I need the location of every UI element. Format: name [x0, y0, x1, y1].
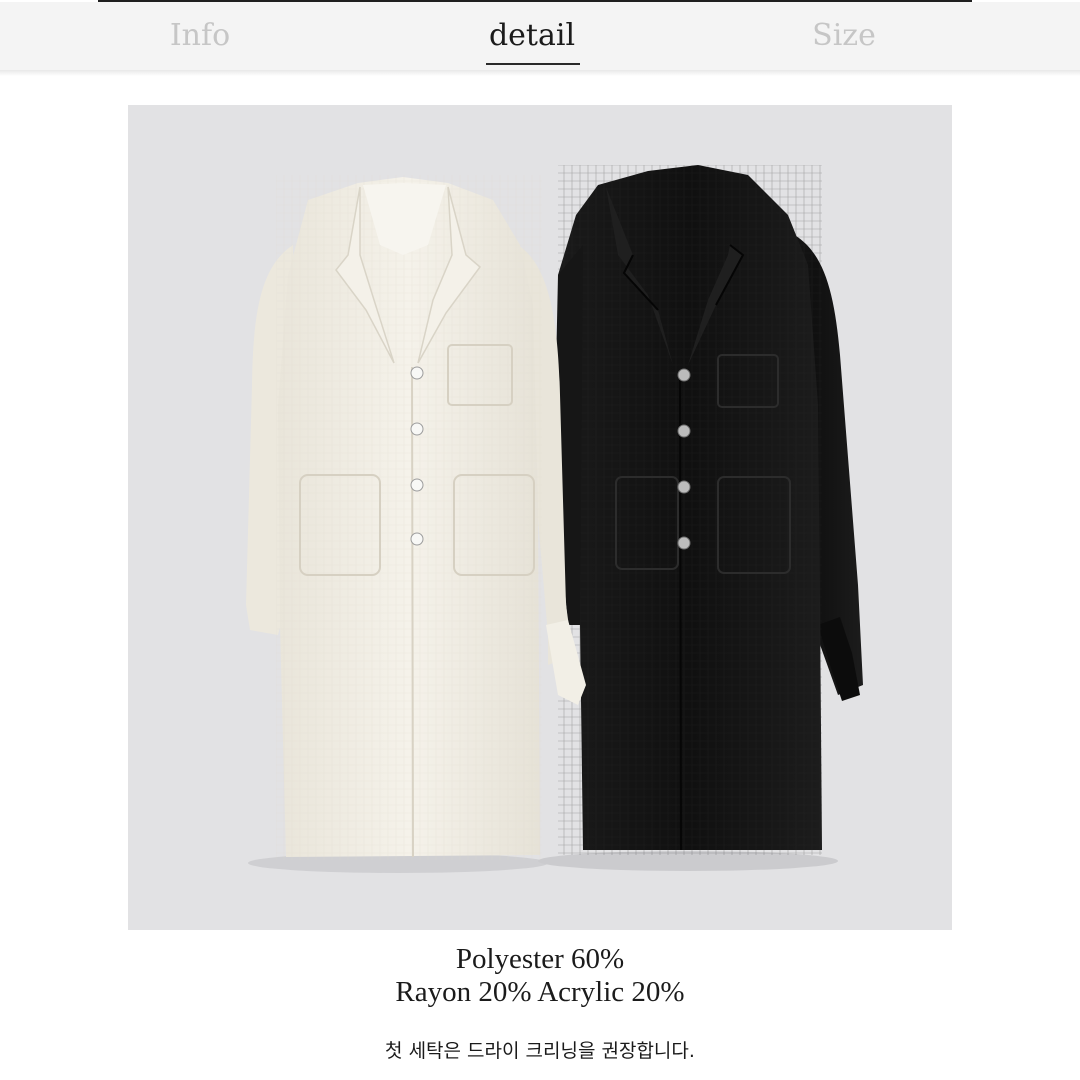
- tab-bar-shadow: [0, 70, 1080, 76]
- black-coat: [554, 165, 863, 855]
- tab-detail[interactable]: detail: [470, 18, 594, 54]
- active-tab-indicator: [486, 63, 580, 65]
- ivory-coat: [246, 175, 586, 860]
- fabric-composition-line-2: Rayon 20% Acrylic 20%: [395, 976, 685, 1008]
- tab-size[interactable]: Size: [784, 18, 904, 54]
- fabric-composition-line-1: Polyester 60%: [455, 943, 625, 975]
- tab-info[interactable]: Info: [140, 18, 260, 54]
- care-instruction: 첫 세탁은 드라이 크리닝을 권장합니다.: [385, 1040, 695, 1062]
- product-photo: [128, 105, 952, 930]
- tab-bar: Info detail Size: [0, 2, 1080, 70]
- coat-illustration: [246, 165, 863, 873]
